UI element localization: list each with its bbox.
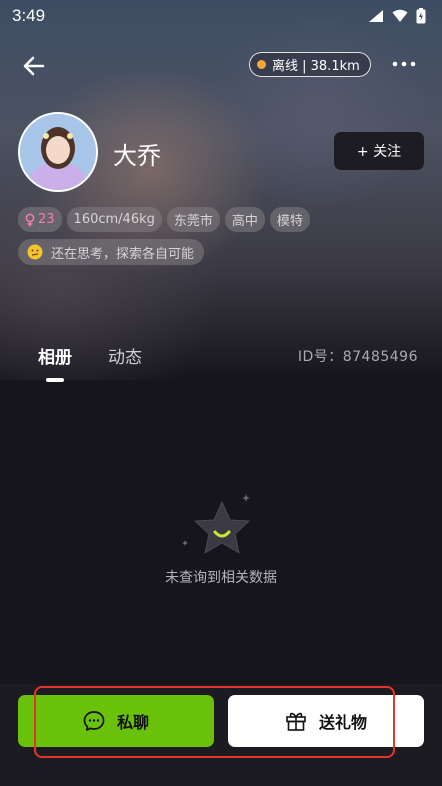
female-icon	[25, 213, 35, 226]
profile-tabs: 相册 动态	[38, 343, 142, 382]
tab-album-label: 相册	[38, 348, 72, 368]
private-chat-button[interactable]: 私聊	[18, 695, 214, 747]
top-bar: 离线 | 38.1km	[0, 44, 442, 84]
back-arrow-icon	[23, 56, 45, 76]
back-button[interactable]	[18, 50, 50, 82]
send-gift-button[interactable]: 送礼物	[228, 695, 424, 747]
online-distance-text: 离线 | 38.1km	[272, 59, 360, 74]
signal-icon	[369, 10, 383, 22]
send-gift-label: 送礼物	[318, 713, 367, 732]
status-bar: 3:49	[0, 0, 442, 32]
gift-icon	[286, 712, 306, 731]
empty-state-text: 未查询到相关数据	[165, 570, 277, 586]
more-dots-icon	[392, 61, 416, 67]
age-text: 23	[38, 212, 55, 227]
user-id: ID号：87485496	[297, 349, 418, 365]
tab-album[interactable]: 相册	[38, 343, 72, 382]
profile-header: 大乔 + 关注	[18, 112, 428, 192]
avatar[interactable]	[18, 112, 98, 192]
active-tab-indicator	[46, 378, 64, 382]
profile-tags: 23 160cm/46kg 东莞市 高中 模特	[18, 207, 310, 232]
mood-status: 还在思考，探索各自可能	[18, 239, 205, 265]
private-chat-label: 私聊	[116, 713, 149, 732]
bottom-action-bar: 私聊 送礼物	[0, 684, 442, 786]
wifi-icon	[392, 9, 408, 22]
more-button[interactable]	[388, 52, 420, 76]
status-time: 3:49	[12, 6, 46, 25]
user-name: 大乔	[113, 142, 161, 170]
tab-moments[interactable]: 动态	[108, 343, 142, 368]
education-tag: 高中	[224, 207, 265, 232]
avatar-photo	[20, 114, 96, 190]
online-distance-badge: 离线 | 38.1km	[249, 52, 371, 77]
battery-icon	[416, 8, 426, 24]
offline-status-dot	[257, 60, 266, 69]
thinking-emoji-icon	[27, 244, 43, 260]
city-tag: 东莞市	[166, 207, 220, 232]
job-tag: 模特	[269, 207, 310, 232]
chat-bubble-icon	[83, 711, 105, 731]
follow-button[interactable]: + 关注	[334, 132, 424, 170]
tab-moments-label: 动态	[108, 348, 142, 368]
body-tag: 160cm/46kg	[66, 207, 162, 232]
status-icons	[368, 8, 426, 24]
empty-star-icon	[182, 494, 250, 554]
gender-age-tag: 23	[18, 207, 62, 232]
mood-text: 还在思考，探索各自可能	[51, 246, 195, 262]
